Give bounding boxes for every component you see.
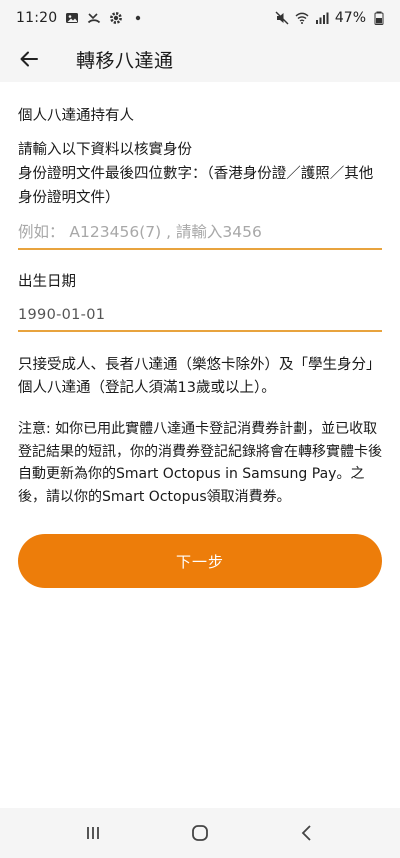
chevron-left-icon [301, 825, 311, 841]
battery-percent: 47% [334, 10, 366, 26]
home-icon [192, 825, 208, 841]
id-digits-field [18, 216, 382, 250]
eligibility-note: 只接受成人、長者八達通（樂悠卡除外）及「學生身分」個人八達通（登記人須滿13歲或… [18, 357, 381, 396]
arrow-left-icon [20, 51, 38, 67]
id-doc-instruction: 身份證明文件最後四位數字：（香港身份證／護照／其他身份證明文件） [18, 166, 374, 206]
recent-apps-button[interactable] [73, 813, 113, 853]
app-bar: 轉移八達通 [0, 36, 400, 82]
missed-call-icon [87, 11, 101, 25]
battery-icon [372, 11, 386, 25]
dob-label: 出生日期 [18, 274, 76, 290]
back-button[interactable] [14, 44, 44, 74]
image-icon [65, 11, 79, 25]
dob-field[interactable]: 1990-01-01 [18, 300, 382, 332]
instruction-text: 請輸入以下資料以核實身份 [18, 142, 192, 158]
signal-icon [315, 11, 329, 25]
recent-apps-icon [87, 827, 100, 839]
home-button[interactable] [180, 813, 220, 853]
dob-value: 1990-01-01 [18, 307, 106, 323]
form-content: 個人八達通持有人 請輸入以下資料以核實身份 身份證明文件最後四位數字：（香港身份… [0, 106, 400, 588]
status-bar: 11:20 47% [0, 0, 400, 36]
back-nav-button[interactable] [287, 813, 327, 853]
status-time: 11:20 [16, 10, 58, 26]
page-title: 轉移八達通 [76, 49, 174, 72]
transfer-octopus-screen: 11:20 47% 轉移八達通 個人八達通持有人 請輸入以下資料以核實身份 身份… [0, 0, 400, 858]
id-digits-input[interactable] [18, 223, 382, 241]
voucher-notice: 注意: 如你已用此實體八達通卡登記消費券計劃，並已收取登記結果的短訊，你的消費券… [18, 421, 382, 505]
status-right: 47% [275, 10, 386, 26]
status-left: 11:20 [16, 10, 145, 26]
mute-icon [275, 11, 289, 25]
system-nav-bar [0, 808, 400, 858]
section-title: 個人八達通持有人 [18, 108, 134, 124]
wifi-icon [295, 11, 309, 25]
next-button[interactable]: 下一步 [18, 534, 382, 588]
settings-icon [109, 11, 123, 25]
dot-icon [131, 11, 145, 25]
